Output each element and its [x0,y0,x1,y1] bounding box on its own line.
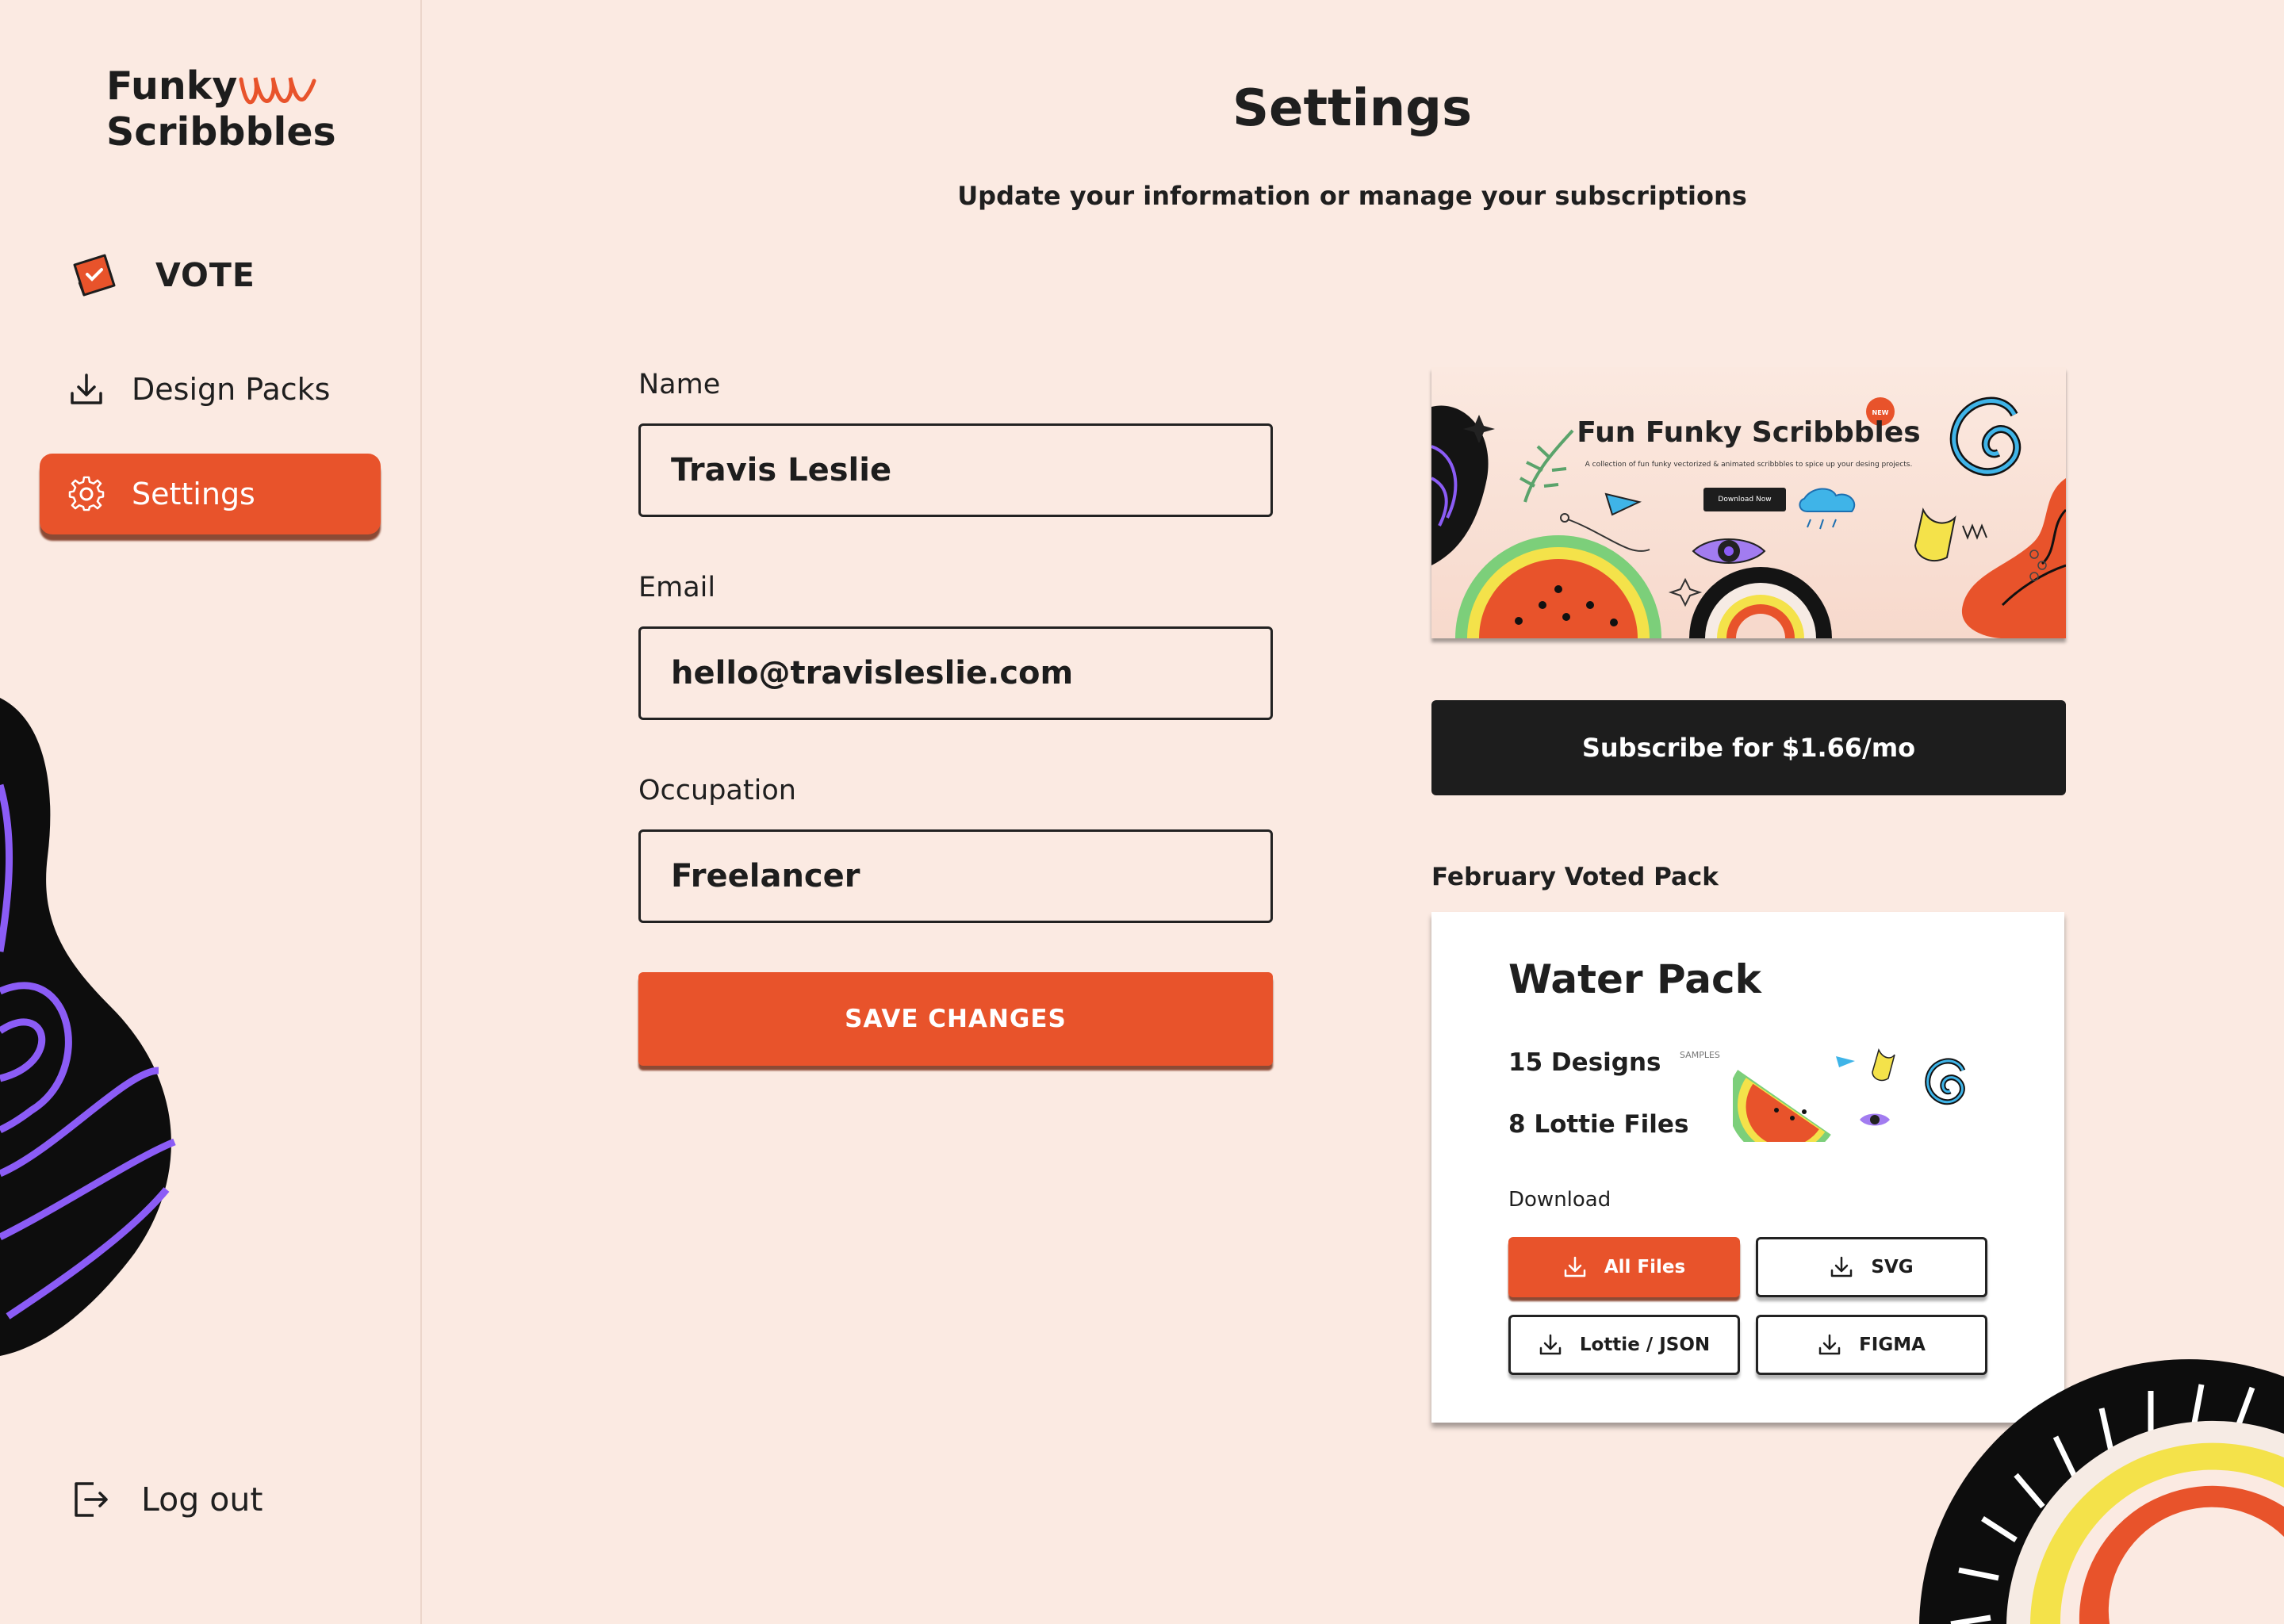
save-changes-button[interactable]: SAVE CHANGES [638,972,1273,1066]
download-icon [1539,1334,1562,1355]
email-label: Email [638,572,716,603]
occupation-field[interactable] [638,829,1273,923]
pack-designs-count: 15 Designs [1508,1048,1661,1077]
download-icon [1818,1334,1841,1355]
download-all-files-button[interactable]: All Files [1508,1237,1740,1297]
decorative-blob-left [0,698,176,1356]
banner-download-button[interactable]: Download Now [1703,488,1786,511]
ballot-icon [73,254,116,297]
sidebar-item-settings[interactable]: Settings [40,454,381,534]
banner-new-badge: NEW [1872,409,1889,416]
samples-label: SAMPLES [1680,1050,1720,1060]
voted-pack-label: February Voted Pack [1431,863,1719,891]
squiggle-logo-icon [239,77,316,105]
gear-icon [68,476,105,511]
banner-subtitle: A collection of fun funky vectorized & a… [1585,461,1913,469]
download-button-label: All Files [1604,1257,1686,1277]
sidebar-item-label: Settings [132,477,255,511]
subscribe-button[interactable]: Subscribe for $1.66/mo [1431,700,2066,795]
download-lottie-button[interactable]: Lottie / JSON [1508,1315,1740,1375]
banner-title: Fun Funky Scribbbles [1577,416,1921,449]
pack-lottie-count: 8 Lottie Files [1508,1110,1689,1139]
page-title: Settings [1232,79,1473,138]
sidebar-item-design-packs[interactable]: Design Packs [40,349,381,430]
logout-label: Log out [141,1480,263,1519]
promo-banner[interactable]: NEW Fun Funky Scribbbles A collection of… [1431,367,2066,638]
occupation-label: Occupation [638,775,796,806]
sidebar: Funky Scribbbles VOTE Design Packs Setti… [0,0,422,1624]
page-subtitle: Update your information or manage your s… [957,181,1747,211]
download-button-label: SVG [1871,1257,1914,1277]
logout-icon [75,1482,108,1517]
download-label: Download [1508,1188,1611,1212]
sidebar-item-vote[interactable]: VOTE [70,247,324,303]
logo-line2: Scribbbles [106,109,336,155]
name-label: Name [638,369,721,400]
decorative-rainbow [1919,1359,2284,1624]
name-field[interactable] [638,423,1273,517]
download-button-label: FIGMA [1859,1335,1926,1355]
email-field[interactable] [638,626,1273,720]
sidebar-item-label: VOTE [155,256,255,294]
pack-title: Water Pack [1508,956,1761,1002]
download-svg-button[interactable]: SVG [1756,1237,1987,1297]
download-icon [1831,1256,1853,1277]
samples-illustration [1733,1048,1966,1142]
logout-button[interactable]: Log out [70,1479,263,1520]
download-icon [71,373,102,404]
sidebar-item-label: Design Packs [132,372,331,407]
download-icon [1564,1256,1586,1277]
download-button-label: Lottie / JSON [1579,1335,1711,1355]
